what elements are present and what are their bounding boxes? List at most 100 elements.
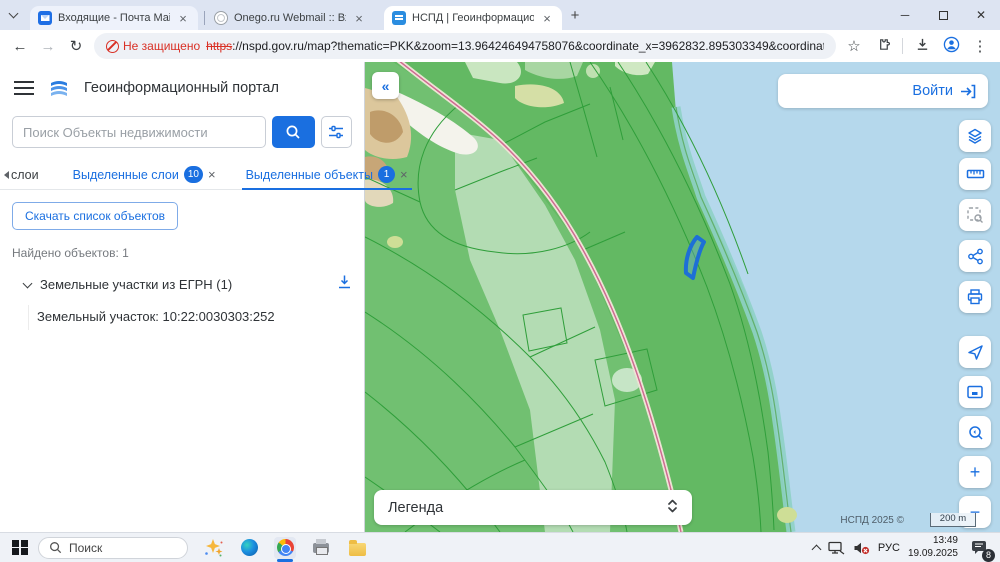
share-icon (967, 248, 984, 265)
tab-layers[interactable]: слои (9, 160, 47, 189)
search-icon (49, 541, 62, 554)
portal-logo-icon (48, 78, 70, 98)
downloads-icon[interactable] (912, 37, 932, 56)
chrome-button[interactable] (274, 537, 296, 559)
tab-selected-layers[interactable]: Выделенные слои 10 × (65, 160, 224, 189)
system-tray: РУС 13:49 19.09.2025 8 (813, 535, 1000, 560)
found-objects-text: Найдено объектов: 1 (12, 246, 364, 260)
volume-muted-icon[interactable] (853, 541, 870, 555)
login-button[interactable]: Войти (778, 74, 988, 108)
legend-expand-icon[interactable] (667, 498, 678, 518)
share-button[interactable] (959, 240, 991, 272)
locate-button[interactable] (959, 336, 991, 368)
browser-titlebar: Входящие - Почта Mail × Onego.ru Webmail… (0, 0, 1000, 30)
search-location-icon (967, 424, 984, 441)
close-tab-icon[interactable]: × (352, 11, 366, 26)
sidebar-header: Геоинформационный портал (0, 62, 364, 106)
egrn-group-title: Земельные участки из ЕГРН (1) (40, 277, 232, 292)
network-icon[interactable] (828, 541, 845, 555)
search-input[interactable] (12, 116, 266, 148)
tab-title: Входящие - Почта Mail (58, 12, 170, 24)
notifications-button[interactable]: 8 (968, 537, 990, 559)
close-window-button[interactable]: ✕ (962, 0, 1000, 30)
portal-title: Геоинформационный портал (84, 80, 279, 96)
clock[interactable]: 13:49 19.09.2025 (908, 535, 958, 560)
tab-selected-objects[interactable]: Выделенные объекты 1 × (238, 160, 416, 189)
security-badge[interactable]: Не защищено (106, 39, 200, 53)
menu-icon[interactable] (14, 81, 34, 95)
webmail-favicon (214, 11, 228, 25)
address-bar[interactable]: Не защищено https://nspd.gov.ru/map?them… (94, 33, 836, 59)
file-explorer-button[interactable] (346, 537, 368, 559)
select-area-icon (966, 206, 984, 224)
url-text: https://nspd.gov.ru/map?thematic=PKK&zoo… (206, 39, 824, 53)
minimize-button[interactable]: ─ (886, 0, 924, 30)
taskbar-search[interactable]: Поиск (38, 537, 188, 559)
start-button[interactable] (12, 540, 28, 556)
tab-search-button[interactable] (0, 0, 26, 30)
layers-button[interactable] (959, 120, 991, 152)
close-tab-icon[interactable]: × (208, 167, 216, 182)
tray-expand-icon[interactable] (811, 544, 821, 554)
back-button[interactable]: ← (6, 32, 34, 60)
download-object-list-button[interactable]: Скачать список объектов (12, 202, 178, 230)
navigation-arrow-icon (967, 344, 984, 361)
group-download-button[interactable] (337, 274, 352, 295)
map-canvas[interactable] (365, 62, 1000, 532)
browser-tab-mail[interactable]: Входящие - Почта Mail × (30, 6, 198, 30)
close-tab-icon[interactable]: × (400, 167, 408, 182)
tray-date: 19.09.2025 (908, 548, 958, 559)
nspd-favicon (392, 11, 406, 25)
https-struck: https (206, 39, 232, 53)
portal-sidebar: Геоинформационный портал слои Выделенные… (0, 62, 365, 532)
map-copyright: НСПД 2025 © (840, 515, 904, 526)
parcel-list-item[interactable]: Земельный участок: 10:22:0030303:252 (28, 305, 352, 330)
taskbar-search-label: Поиск (69, 541, 102, 555)
ruler-icon (966, 165, 985, 183)
search-area-button[interactable] (959, 416, 991, 448)
mail-favicon (38, 11, 52, 25)
search-row (0, 106, 364, 152)
zoom-in-button[interactable]: + (959, 456, 991, 488)
measure-button[interactable] (959, 158, 991, 190)
search-button[interactable] (272, 116, 315, 148)
printer-app-button[interactable] (310, 537, 332, 559)
select-area-button[interactable] (959, 199, 991, 231)
restore-icon (939, 11, 948, 20)
reload-button[interactable]: ↻ (62, 32, 90, 60)
forward-button[interactable]: → (34, 32, 62, 60)
browser-tab-webmail[interactable]: Onego.ru Webmail :: Входящие × (206, 6, 374, 30)
selected-objects-count-badge: 1 (378, 166, 395, 183)
print-button[interactable] (959, 281, 991, 313)
browser-menu-icon[interactable]: ⋮ (970, 37, 990, 55)
edge-button[interactable] (238, 537, 260, 559)
legend-bar[interactable]: Легенда (374, 490, 692, 525)
restore-button[interactable] (924, 0, 962, 30)
tab-title: Onego.ru Webmail :: Входящие (234, 12, 346, 24)
sidebar-collapse-button[interactable]: « (372, 72, 399, 99)
minimap-button[interactable] (959, 376, 991, 408)
taskbar: Поиск РУС 13:49 19.09.2025 (0, 532, 1000, 562)
url-rest: ://nspd.gov.ru/map?thematic=PKK&zoom=13.… (232, 39, 824, 53)
login-label: Войти (912, 83, 953, 99)
browser-tab-nspd[interactable]: НСПД | Геоинформационный × (384, 6, 562, 30)
language-indicator[interactable]: РУС (878, 542, 900, 554)
egrn-group-row[interactable]: Земельные участки из ЕГРН (1) (24, 274, 352, 295)
close-tab-icon[interactable]: × (540, 11, 554, 26)
toolbar-icons: ☆ ⋮ (844, 36, 990, 57)
copilot-button[interactable] (202, 537, 224, 559)
bookmark-star-icon[interactable]: ☆ (844, 37, 864, 55)
map-viewport[interactable]: « Войти (365, 62, 1000, 532)
profile-icon[interactable] (941, 36, 961, 57)
layers-icon (966, 127, 984, 145)
extensions-icon[interactable] (873, 37, 893, 56)
not-secure-icon (106, 40, 119, 53)
close-tab-icon[interactable]: × (176, 11, 190, 26)
new-tab-button[interactable]: + (562, 0, 588, 30)
printer-icon (313, 543, 329, 553)
window-controls: ─ ✕ (886, 0, 1000, 30)
chevron-down-icon (23, 278, 33, 288)
filter-button[interactable] (321, 116, 352, 148)
filter-sliders-icon (328, 125, 344, 139)
notification-count-badge: 8 (982, 549, 995, 562)
